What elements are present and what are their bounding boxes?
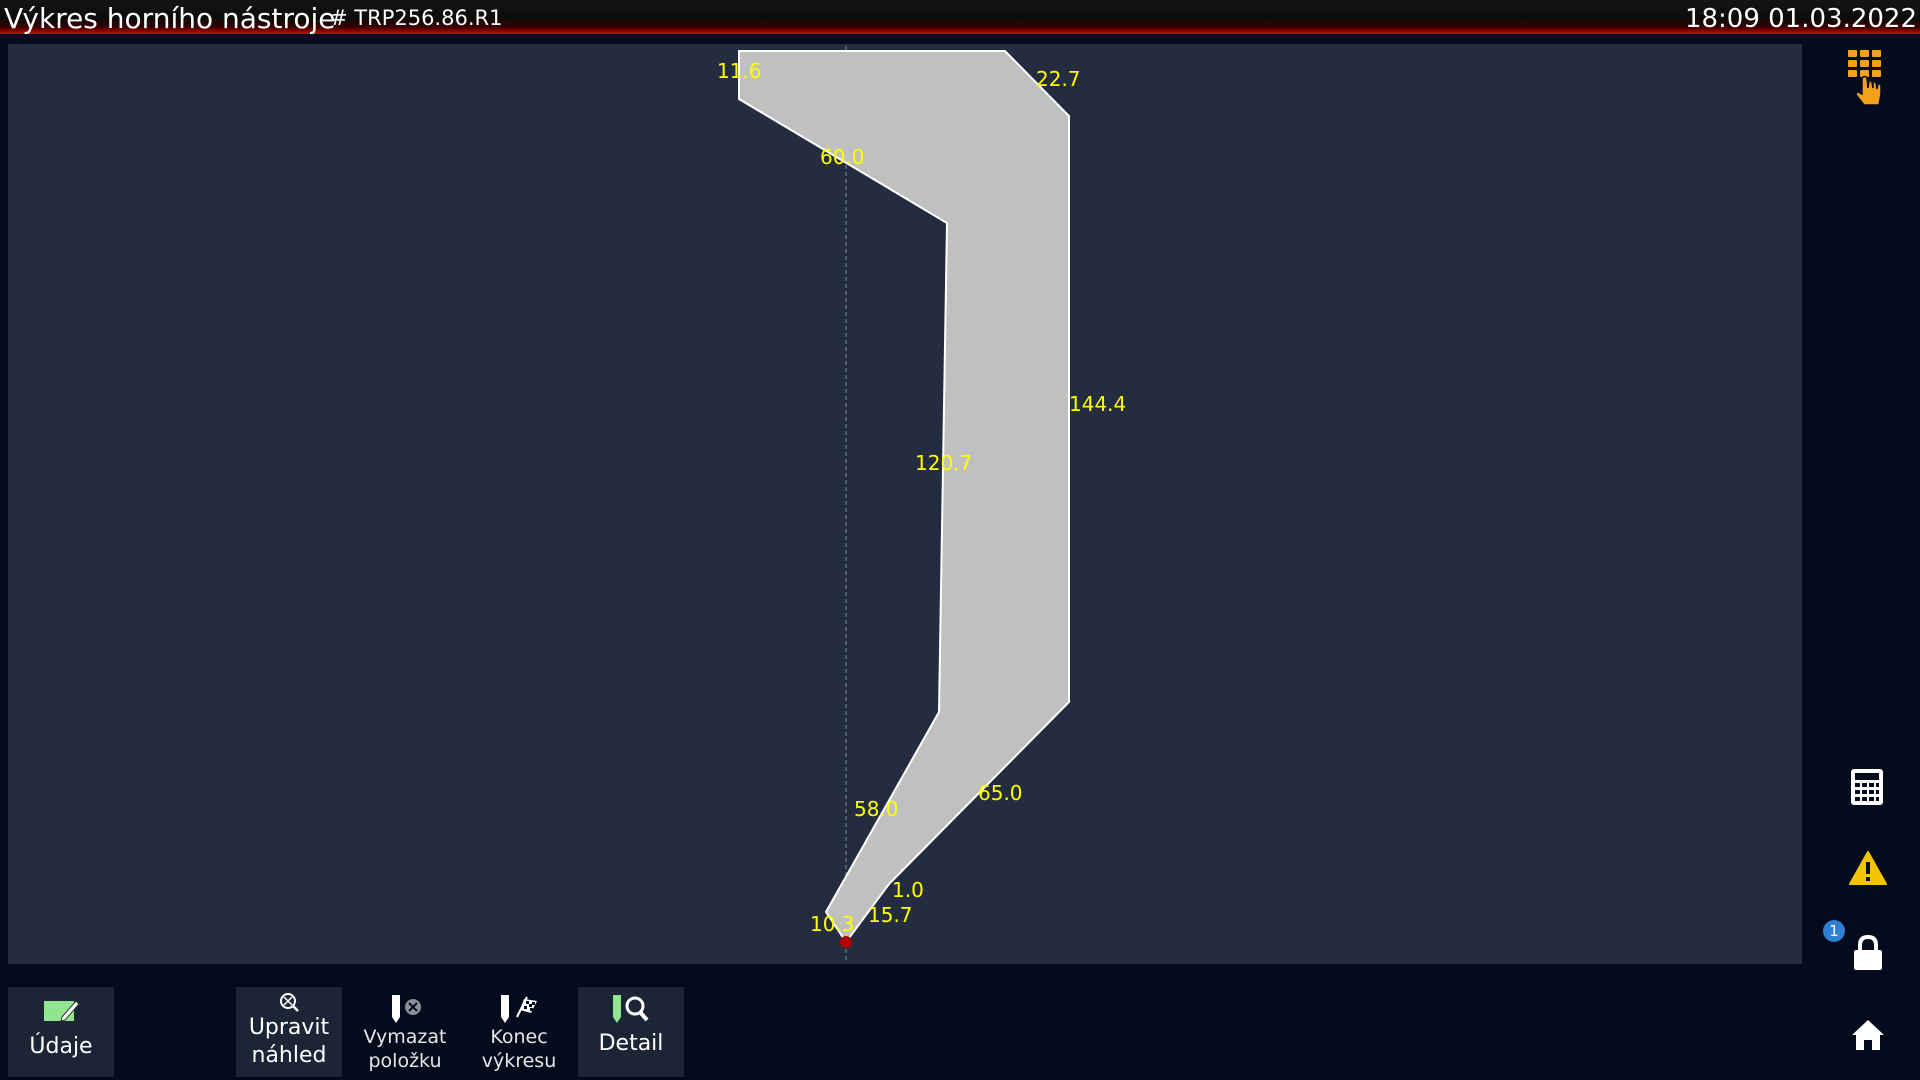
- bottom-toolbar: Údaje Upravit náhled Vymazat položku Kon…: [0, 968, 1802, 1080]
- konec-vykresu-button[interactable]: Konec výkresu: [466, 987, 572, 1077]
- finish-flag-icon: [501, 995, 537, 1023]
- keypad-hand-icon[interactable]: [1846, 48, 1888, 108]
- upravit-label-line1: Upravit: [248, 1015, 330, 1040]
- right-sidebar: 1: [1806, 34, 1920, 1080]
- dim-top-right: 22.7: [1036, 67, 1081, 91]
- program-number: # TRP256.86.R1: [330, 6, 503, 30]
- magnifier-detail-icon: [613, 995, 649, 1023]
- dim-tip-small: 1.0: [892, 878, 924, 902]
- delete-item-icon: [392, 995, 421, 1023]
- dim-lower-left: 58.0: [854, 797, 899, 821]
- tool-drawing: 11.6 22.7 60.0 144.4 120.7 58.0 65.0 1.0…: [717, 46, 1126, 962]
- notification-badge: 1: [1823, 920, 1845, 942]
- dim-top-left: 11.6: [717, 59, 762, 83]
- udaje-label: Údaje: [29, 1034, 93, 1059]
- drawing-canvas[interactable]: 11.6 22.7 60.0 144.4 120.7 58.0 65.0 1.0…: [8, 44, 1802, 964]
- dim-lower-right: 65.0: [978, 781, 1023, 805]
- title-bar: Výkres horního nástroje # TRP256.86.R1 1…: [0, 0, 1920, 35]
- lock-icon[interactable]: [1852, 934, 1884, 972]
- dim-inner-edge: 120.7: [915, 451, 972, 475]
- vymazat-label-line1: Vymazat: [363, 1026, 447, 1048]
- vymazat-polozku-button[interactable]: Vymazat položku: [352, 987, 458, 1077]
- dim-tip-left: 10.3: [810, 912, 855, 936]
- dim-right-edge: 144.4: [1069, 392, 1126, 416]
- tool-profile: [738, 50, 1070, 944]
- reference-point: [840, 936, 852, 948]
- home-icon[interactable]: [1850, 1018, 1886, 1052]
- detail-button[interactable]: Detail: [578, 987, 684, 1077]
- dim-tip-right: 15.7: [868, 903, 913, 927]
- upravit-nahled-button[interactable]: Upravit náhled: [236, 987, 342, 1077]
- vymazat-label-line2: položku: [368, 1050, 442, 1072]
- page-title: Výkres horního nástroje: [4, 2, 336, 35]
- calculator-icon[interactable]: [1850, 768, 1884, 806]
- udaje-button[interactable]: Údaje: [8, 987, 114, 1077]
- edit-note-icon: [44, 1000, 80, 1022]
- dim-upper-slope: 60.0: [820, 145, 865, 169]
- konec-label-line1: Konec: [490, 1026, 548, 1048]
- upravit-label-line2: náhled: [251, 1043, 327, 1068]
- konec-label-line2: výkresu: [481, 1050, 557, 1072]
- warning-icon[interactable]: [1848, 850, 1888, 886]
- detail-label: Detail: [598, 1031, 664, 1056]
- zoom-settings-icon: [280, 993, 299, 1012]
- datetime: 18:09 01.03.2022: [1684, 4, 1917, 34]
